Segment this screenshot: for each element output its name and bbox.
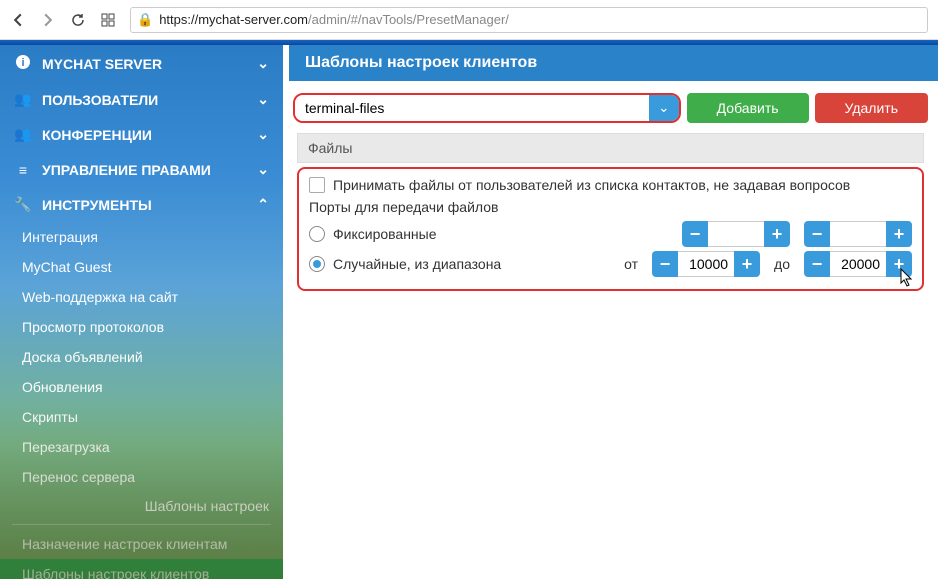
radio-fixed-label: Фиксированные — [333, 226, 437, 242]
sidebar-item-conferences[interactable]: 👥 КОНФЕРЕНЦИИ ⌄ — [0, 117, 283, 152]
sidebar-sub-updates[interactable]: Обновления — [0, 372, 283, 402]
checkbox-label: Принимать файлы от пользователей из спис… — [333, 177, 850, 193]
back-button[interactable] — [10, 12, 26, 28]
content: Шаблоны настроек клиентов ⌄ Добавить Уда… — [283, 45, 938, 579]
sidebar-sub-templates[interactable]: Шаблоны настроек клиентов — [0, 559, 283, 579]
sidebar-label: УПРАВЛЕНИЕ ПРАВАМИ — [42, 162, 211, 178]
users-icon: 👥 — [14, 91, 32, 108]
radio-random[interactable] — [309, 256, 325, 272]
random-to-spinner: − + — [804, 251, 912, 277]
apps-button[interactable] — [100, 12, 116, 28]
chevron-down-icon: ⌄ — [257, 55, 269, 72]
radio-random-label: Случайные, из диапазона — [333, 256, 501, 272]
sidebar-item-users[interactable]: 👥 ПОЛЬЗОВАТЕЛИ ⌄ — [0, 82, 283, 117]
minus-button[interactable]: − — [652, 251, 678, 277]
random-from-input[interactable] — [678, 251, 734, 277]
fixed-port1-input[interactable] — [708, 221, 764, 247]
sidebar-sub-scripts[interactable]: Скрипты — [0, 402, 283, 432]
wrench-icon: 🔧 — [14, 196, 32, 213]
to-label: до — [774, 256, 790, 272]
sidebar-label: ПОЛЬЗОВАТЕЛИ — [42, 92, 158, 108]
fixed-port2-spinner: − + — [804, 221, 912, 247]
from-label: от — [624, 256, 638, 272]
chevron-down-icon: ⌄ — [658, 100, 669, 116]
chevron-down-icon: ⌄ — [257, 161, 269, 178]
url-text: https://mychat-server.com/admin/#/navToo… — [159, 12, 509, 27]
sidebar-sub-migrate[interactable]: Перенос сервера — [0, 462, 283, 492]
sidebar-sub-guest[interactable]: MyChat Guest — [0, 252, 283, 282]
sidebar-label: КОНФЕРЕНЦИИ — [42, 127, 152, 143]
add-button[interactable]: Добавить — [687, 93, 809, 123]
sidebar-sub-board[interactable]: Доска объявлений — [0, 342, 283, 372]
plus-button[interactable]: + — [886, 221, 912, 247]
minus-button[interactable]: − — [804, 251, 830, 277]
random-from-spinner: − + — [652, 251, 760, 277]
url-bar[interactable]: 🔒 https://mychat-server.com/admin/#/navT… — [130, 7, 928, 33]
info-icon: i — [14, 54, 32, 73]
sidebar-item-rights[interactable]: ≡ УПРАВЛЕНИЕ ПРАВАМИ ⌄ — [0, 152, 283, 187]
ports-title: Порты для передачи файлов — [309, 199, 912, 215]
lock-icon: 🔒 — [137, 12, 153, 28]
sidebar-sub-restart[interactable]: Перезагрузка — [0, 432, 283, 462]
radio-fixed[interactable] — [309, 226, 325, 242]
sidebar-sub-websupport[interactable]: Web-поддержка на сайт — [0, 282, 283, 312]
plus-button[interactable]: + — [886, 251, 912, 277]
sidebar-item-tools[interactable]: 🔧 ИНСТРУМЕНТЫ ⌃ — [0, 187, 283, 222]
sidebar-item-server[interactable]: i MYCHAT SERVER ⌄ — [0, 45, 283, 82]
minus-button[interactable]: − — [804, 221, 830, 247]
sidebar-sub-assign[interactable]: Назначение настроек клиентам — [0, 529, 283, 559]
sidebar-sub-integration[interactable]: Интеграция — [0, 222, 283, 252]
sidebar: i MYCHAT SERVER ⌄ 👥 ПОЛЬЗОВАТЕЛИ ⌄ 👥 КОНФЕР… — [0, 45, 283, 579]
files-panel: Принимать файлы от пользователей из спис… — [297, 167, 924, 291]
fixed-port1-spinner: − + — [682, 221, 790, 247]
sidebar-label: ИНСТРУМЕНТЫ — [42, 197, 152, 213]
sidebar-label: MYCHAT SERVER — [42, 56, 162, 72]
accept-files-checkbox[interactable] — [309, 177, 325, 193]
divider — [12, 524, 271, 525]
delete-button[interactable]: Удалить — [815, 93, 928, 123]
chevron-down-icon: ⌄ — [257, 91, 269, 108]
minus-button[interactable]: − — [682, 221, 708, 247]
svg-text:i: i — [21, 57, 24, 69]
users-icon: 👥 — [14, 126, 32, 143]
preset-name-input[interactable] — [295, 95, 649, 121]
plus-button[interactable]: + — [734, 251, 760, 277]
forward-button[interactable] — [40, 12, 56, 28]
preset-select: ⌄ — [293, 93, 681, 123]
sidebar-sub-protocols[interactable]: Просмотр протоколов — [0, 312, 283, 342]
chevron-up-icon: ⌃ — [257, 196, 269, 213]
plus-button[interactable]: + — [764, 221, 790, 247]
preset-dropdown-button[interactable]: ⌄ — [649, 95, 679, 121]
page-title: Шаблоны настроек клиентов — [289, 45, 938, 81]
chevron-down-icon: ⌄ — [257, 126, 269, 143]
list-icon: ≡ — [14, 162, 32, 178]
random-to-input[interactable] — [830, 251, 886, 277]
fixed-port2-input[interactable] — [830, 221, 886, 247]
sidebar-section-label: Шаблоны настроек — [0, 492, 283, 520]
reload-button[interactable] — [70, 12, 86, 28]
panel-title: Файлы — [297, 133, 924, 163]
